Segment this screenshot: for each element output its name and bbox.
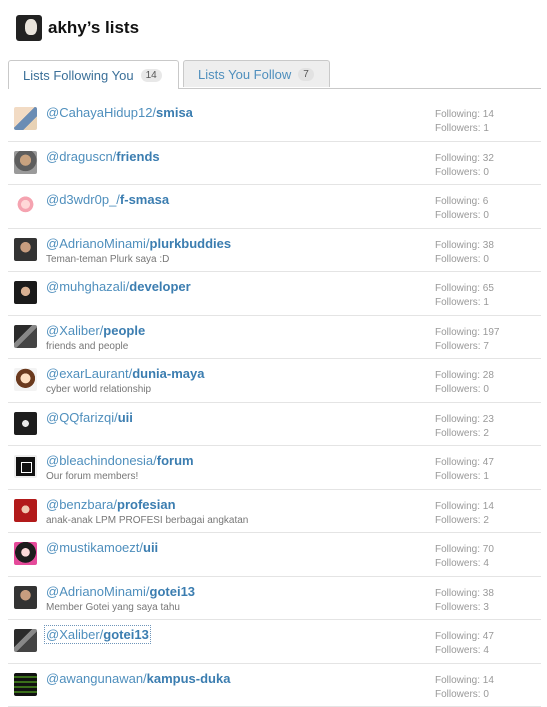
list-stats: Following: 197Followers: 7 [435, 326, 499, 354]
list-item: @exarLaurant/dunia-maya cyber world rela… [8, 359, 541, 403]
list-link[interactable]: @muhghazali/developer [46, 279, 191, 294]
tab-lists-you-follow[interactable]: Lists You Follow 7 [183, 60, 330, 87]
list-item: @mustikamoezt/uii Following: 70Followers… [8, 533, 541, 577]
list-link[interactable]: @benzbara/profesian [46, 497, 176, 512]
list-item: @AdrianoMinami/plurkbuddies Teman-teman … [8, 229, 541, 273]
list-description: cyber world relationship [46, 384, 151, 395]
list-stats: Following: 14Followers: 2 [435, 500, 494, 528]
page-header: akhy’s lists [16, 14, 139, 42]
list-link[interactable]: @mustikamoezt/uii [46, 540, 158, 555]
list-stats: Following: 32Followers: 0 [435, 152, 494, 180]
avatar[interactable] [14, 281, 37, 304]
lists-list: @CahayaHidup12/smisa Following: 14Follow… [8, 98, 541, 707]
list-link[interactable]: @awangunawan/kampus-duka [46, 671, 230, 686]
list-link[interactable]: @exarLaurant/dunia-maya [46, 366, 204, 381]
list-item: @draguscn/friends Following: 32Followers… [8, 142, 541, 186]
list-item: @CahayaHidup12/smisa Following: 14Follow… [8, 98, 541, 142]
list-item: @QQfarizqi/uii Following: 23Followers: 2 [8, 403, 541, 447]
list-description: friends and people [46, 341, 128, 352]
avatar[interactable] [14, 499, 37, 522]
avatar[interactable] [14, 412, 37, 435]
avatar[interactable] [14, 151, 37, 174]
list-stats: Following: 47Followers: 1 [435, 456, 494, 484]
list-stats: Following: 14Followers: 0 [435, 674, 494, 702]
list-item: @Xaliber/people friends and people Follo… [8, 316, 541, 360]
list-item: @bleachindonesia/forum Our forum members… [8, 446, 541, 490]
list-stats: Following: 14Followers: 1 [435, 108, 494, 136]
list-item: @muhghazali/developer Following: 65Follo… [8, 272, 541, 316]
list-item: @Xaliber/gotei13 Following: 47Followers:… [8, 620, 541, 664]
list-link[interactable]: @d3wdr0p_/f-smasa [46, 192, 169, 207]
list-item: @AdrianoMinami/gotei13 Member Gotei yang… [8, 577, 541, 621]
list-stats: Following: 6Followers: 0 [435, 195, 489, 223]
avatar[interactable] [14, 673, 37, 696]
avatar[interactable] [14, 455, 37, 478]
list-item: @awangunawan/kampus-duka Following: 14Fo… [8, 664, 541, 707]
avatar[interactable] [16, 15, 42, 41]
avatar[interactable] [14, 368, 37, 391]
list-link[interactable]: @bleachindonesia/forum [46, 453, 194, 468]
page-title: akhy’s lists [48, 18, 139, 38]
avatar[interactable] [14, 325, 37, 348]
tab-label: Lists Following You [23, 68, 134, 83]
avatar[interactable] [14, 586, 37, 609]
avatar[interactable] [14, 194, 37, 217]
list-stats: Following: 23Followers: 2 [435, 413, 494, 441]
list-description: Teman-teman Plurk saya :D [46, 254, 169, 265]
list-link[interactable]: @QQfarizqi/uii [46, 410, 133, 425]
list-link[interactable]: @Xaliber/gotei13 [46, 627, 149, 642]
list-description: Our forum members! [46, 471, 138, 482]
list-stats: Following: 70Followers: 4 [435, 543, 494, 571]
list-stats: Following: 28Followers: 0 [435, 369, 494, 397]
tab-label: Lists You Follow [198, 67, 291, 82]
list-link[interactable]: @CahayaHidup12/smisa [46, 105, 193, 120]
list-stats: Following: 65Followers: 1 [435, 282, 494, 310]
list-description: anak-anak LPM PROFESI berbagai angkatan [46, 515, 248, 526]
avatar[interactable] [14, 542, 37, 565]
avatar[interactable] [14, 238, 37, 261]
tab-count-badge: 14 [141, 69, 162, 82]
tab-bar: Lists Following You 14 Lists You Follow … [8, 60, 541, 89]
list-stats: Following: 38Followers: 0 [435, 239, 494, 267]
list-stats: Following: 47Followers: 4 [435, 630, 494, 658]
avatar[interactable] [14, 629, 37, 652]
list-item: @d3wdr0p_/f-smasa Following: 6Followers:… [8, 185, 541, 229]
list-link[interactable]: @Xaliber/people [46, 323, 145, 338]
list-link[interactable]: @draguscn/friends [46, 149, 160, 164]
list-link[interactable]: @AdrianoMinami/gotei13 [46, 584, 195, 599]
list-stats: Following: 38Followers: 3 [435, 587, 494, 615]
tab-lists-following-you[interactable]: Lists Following You 14 [8, 60, 179, 89]
tab-count-badge: 7 [298, 68, 314, 81]
list-description: Member Gotei yang saya tahu [46, 602, 180, 613]
list-link[interactable]: @AdrianoMinami/plurkbuddies [46, 236, 231, 251]
list-item: @benzbara/profesian anak-anak LPM PROFES… [8, 490, 541, 534]
avatar[interactable] [14, 107, 37, 130]
